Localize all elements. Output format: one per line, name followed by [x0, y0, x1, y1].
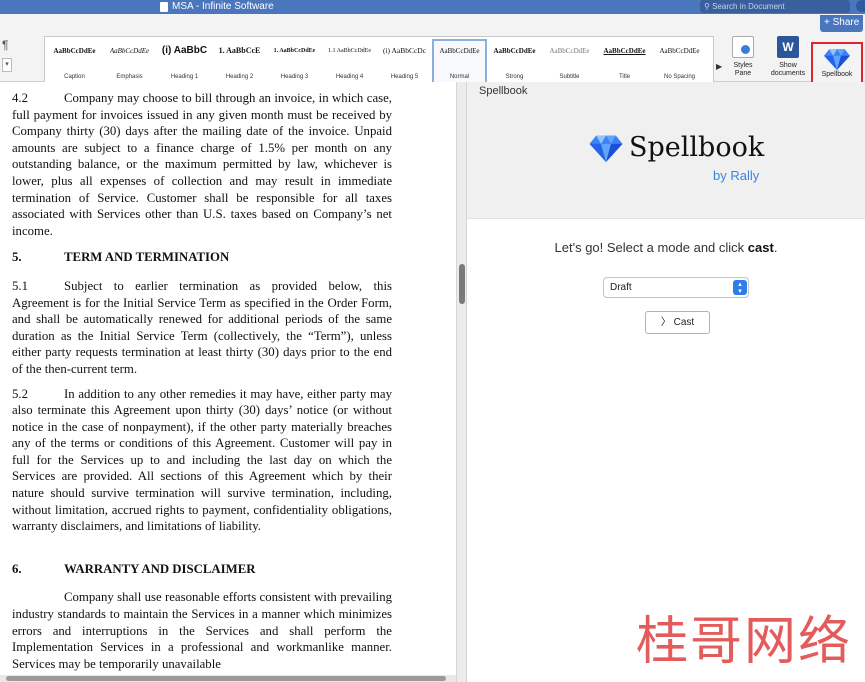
spellbook-pane: Spellbook Spellbook by Rally Let's go! S… [467, 82, 865, 682]
prompt-end: . [773, 240, 778, 255]
styles-gallery: AaBbCcDdEe Caption AaBbCcDdEe Emphasis (i)… [44, 36, 714, 88]
style-preview: AaBbCcDdEe [549, 47, 590, 55]
style-preview: AaBbCcDdEe [439, 47, 480, 55]
spellbook-gem-icon [824, 49, 850, 70]
style-preview: AaBbCcDdEe [109, 47, 150, 55]
mode-select[interactable]: Draft ▴ ▾ [603, 277, 749, 298]
style-preview: (i) AaBbC [161, 45, 208, 56]
paragraph-5-2: 5.2 In addition to any other remedies it … [12, 386, 392, 535]
style-heading-2[interactable]: 1. AaBbCcE Heading 2 [212, 39, 267, 85]
style-subtitle[interactable]: AaBbCcDdEe Subtitle [542, 39, 597, 85]
show-documents-label: Show documents [770, 62, 806, 77]
section-title: WARRANTY AND DISCLAIMER [64, 561, 256, 576]
spellbook-header: Spellbook Spellbook by Rally [467, 82, 865, 219]
style-preview: AaBbCcDdEe [493, 47, 536, 55]
mode-prompt: Let's go! Select a mode and click cast. [467, 240, 865, 255]
style-preview: 1. AaBbCcDdEe [273, 48, 316, 54]
horizontal-scrollbar[interactable] [0, 675, 456, 682]
gallery-more-arrow-icon[interactable]: ▶ [716, 62, 722, 71]
style-preview: (i) AaBbCcDc [382, 46, 427, 55]
style-heading-4[interactable]: 1.1 AaBbCcDdEe Heading 4 [322, 39, 377, 85]
clause-text: In addition to any other remedies it may… [12, 386, 392, 534]
style-name: No Spacing [663, 74, 696, 80]
section-title: TERM AND TERMINATION [64, 250, 230, 265]
style-name: Strong [505, 74, 524, 80]
scrollbar-thumb[interactable] [459, 264, 465, 304]
document-body: 4.2 Company may choose to bill through an… [12, 90, 392, 672]
style-name: Normal [449, 74, 470, 80]
add-person-icon: + [824, 17, 833, 28]
style-name: Emphasis [116, 74, 143, 80]
ribbon-dropdown[interactable]: ▾ [2, 58, 12, 72]
style-name: Subtitle [559, 74, 580, 80]
style-strong[interactable]: AaBbCcDdEe Strong [487, 39, 542, 85]
style-name: Caption [64, 74, 85, 80]
paragraph-6: Company shall use reasonable efforts con… [12, 590, 392, 671]
window-title: MSA - Infinite Software [160, 0, 274, 14]
style-heading-3[interactable]: 1. AaBbCcDdEe Heading 3 [267, 39, 322, 85]
style-name: Heading 2 [225, 74, 254, 80]
prompt-bold: cast [747, 240, 774, 255]
style-preview: 1.1 AaBbCcDdEe [328, 48, 371, 54]
spellbook-logo: Spellbook [589, 134, 764, 162]
spellbook-label: Spellbook [821, 71, 853, 78]
style-heading-1[interactable]: (i) AaBbC Heading 1 [157, 39, 212, 85]
style-name: Heading 1 [170, 74, 199, 80]
style-heading-5[interactable]: (i) AaBbCcDc Heading 5 [377, 39, 432, 85]
window-title-text: MSA - Infinite Software [172, 1, 274, 12]
search-document-input[interactable]: ⚲ Search in Document [700, 0, 850, 13]
section-5-heading: 5. TERM AND TERMINATION [12, 249, 392, 266]
style-name: Heading 4 [335, 74, 364, 80]
clause-text: Company may choose to bill through an in… [12, 91, 392, 238]
logo-wordmark: Spellbook [629, 132, 765, 163]
style-name: Title [618, 74, 631, 80]
style-no-spacing[interactable]: AaBbCcDdEe No Spacing [652, 39, 707, 85]
cast-button[interactable]: 〉 Cast [645, 311, 710, 334]
style-normal[interactable]: AaBbCcDdEe Normal [432, 39, 487, 85]
style-preview: AaBbCcDdEe [603, 47, 646, 55]
section-6-heading: 6. WARRANTY AND DISCLAIMER [12, 561, 392, 578]
styles-pane-label: Styles Pane [733, 62, 753, 77]
ribbon: + Share ¶ ▾ AaBbCcDdEe Caption AaBbCcDdEe… [0, 14, 865, 96]
clause-number: 4.2 [12, 91, 28, 105]
horizontal-scrollbar-thumb[interactable] [6, 676, 446, 681]
document-canvas[interactable]: 4.2 Company may choose to bill through an… [0, 82, 456, 682]
word-documents-icon: W [777, 36, 799, 58]
style-name: Heading 5 [390, 74, 419, 80]
search-icon: ⚲ [704, 2, 713, 11]
style-caption[interactable]: AaBbCcDdEe Caption [47, 39, 102, 85]
mode-select-value: Draft [610, 282, 632, 293]
chevron-right-icon: 〉 [660, 317, 671, 328]
window-control[interactable] [856, 0, 865, 12]
clause-text: Subject to earlier termination as provid… [12, 278, 392, 376]
section-number: 5. [12, 250, 22, 265]
share-label: Share [832, 17, 860, 28]
prompt-lead: Let's go! Select a mode and click [554, 240, 748, 255]
pane-title: Spellbook [479, 85, 528, 97]
section-number: 6. [12, 561, 22, 576]
cast-label: Cast [673, 317, 695, 328]
style-preview: 1. AaBbCcE [218, 46, 261, 55]
clause-number: 5.1 [12, 278, 28, 293]
style-preview: AaBbCcDdEe [659, 47, 700, 55]
diamond-gem-icon [589, 135, 623, 162]
document-icon [160, 2, 168, 12]
watermark: 桂哥网络 [636, 612, 853, 672]
window-title-bar: MSA - Infinite Software ⚲ Search in Docu… [0, 0, 865, 14]
paragraph-4-2: 4.2 Company may choose to bill through an… [12, 90, 392, 239]
style-emphasis[interactable]: AaBbCcDdEe Emphasis [102, 39, 157, 85]
select-stepper-icon: ▴ ▾ [733, 280, 747, 295]
styles-pane-icon [732, 36, 754, 58]
paragraph-mark-icon[interactable]: ¶ [2, 38, 8, 52]
clause-number: 5.2 [12, 386, 28, 401]
search-placeholder: Search in Document [712, 2, 785, 11]
vertical-scrollbar[interactable] [456, 82, 467, 682]
byline: by Rally [713, 168, 760, 183]
paragraph-5-1: 5.1 Subject to earlier termination as pro… [12, 278, 392, 378]
style-title[interactable]: AaBbCcDdEe Title [597, 39, 652, 85]
style-name: Heading 3 [280, 74, 309, 80]
share-button[interactable]: + Share [820, 15, 864, 32]
style-preview: AaBbCcDdEe [53, 47, 96, 55]
